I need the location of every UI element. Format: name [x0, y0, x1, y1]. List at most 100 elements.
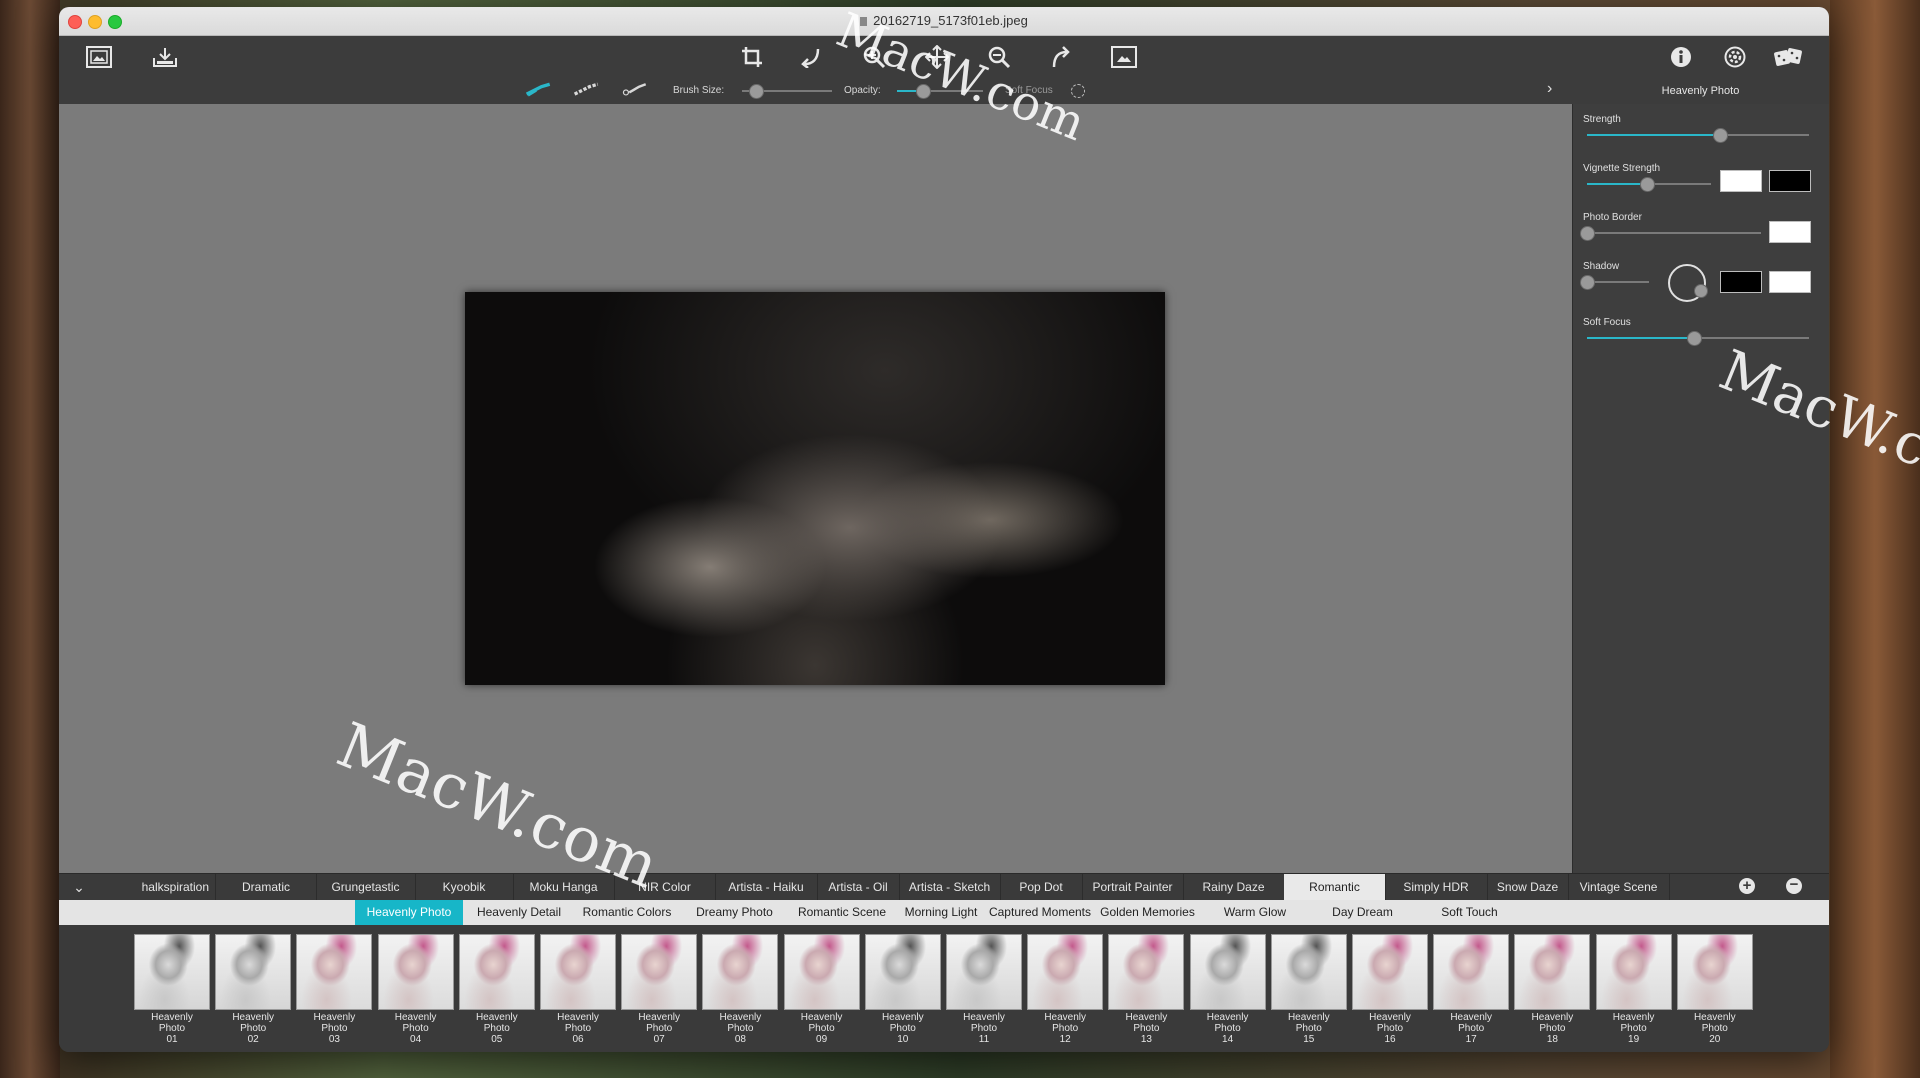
thumbnail-image[interactable] — [1595, 934, 1672, 1010]
preset-tab[interactable]: Warm Glow — [1201, 900, 1309, 925]
rotate-icon[interactable] — [797, 43, 825, 71]
thumbnail-image[interactable] — [1108, 934, 1185, 1010]
photo-border-color[interactable] — [1769, 221, 1811, 243]
strength-knob[interactable] — [1713, 128, 1729, 143]
category-tab[interactable]: Snow Daze — [1487, 874, 1569, 901]
preset-tab[interactable]: Soft Touch — [1416, 900, 1523, 925]
category-tab[interactable]: Artista - Sketch — [899, 874, 1001, 901]
move-icon[interactable] — [923, 43, 951, 71]
zoom-in-icon[interactable] — [860, 43, 888, 71]
preset-thumbnail[interactable]: Heavenly Photo 04 — [377, 934, 454, 1045]
soft-brush-icon[interactable] — [621, 76, 649, 104]
thumbnail-image[interactable] — [1514, 934, 1591, 1010]
thumbnail-image[interactable] — [540, 934, 616, 1010]
save-icon[interactable] — [151, 43, 179, 71]
category-tab[interactable]: Portrait Painter — [1082, 874, 1184, 901]
preset-thumbnail[interactable]: Heavenly Photo 19 — [1595, 934, 1672, 1045]
redo-icon[interactable] — [1047, 43, 1075, 71]
thumbnail-image[interactable] — [296, 934, 373, 1010]
image-canvas[interactable] — [59, 104, 1572, 873]
photo-border-knob[interactable] — [1580, 226, 1595, 241]
preset-thumbnail[interactable]: Heavenly Photo 09 — [783, 934, 860, 1045]
vignette-color-2[interactable] — [1769, 170, 1811, 192]
category-tab[interactable]: Romantic — [1284, 874, 1386, 901]
thumbnail-image[interactable] — [1270, 934, 1347, 1010]
shadow-slider[interactable] — [1580, 275, 1649, 290]
soft-focus-icon[interactable] — [1071, 84, 1085, 98]
preset-thumbnail[interactable]: Heavenly Photo 14 — [1189, 934, 1266, 1045]
thumbnail-image[interactable] — [377, 934, 454, 1010]
title-bar[interactable]: 20162719_5173f01eb.jpeg — [59, 7, 1829, 36]
thumbnail-image[interactable] — [134, 934, 210, 1010]
thumbnail-image[interactable] — [702, 934, 779, 1010]
edited-photo[interactable] — [465, 292, 1165, 685]
preset-thumbnail[interactable]: Heavenly Photo 07 — [621, 934, 698, 1045]
category-tab[interactable]: Rainy Daze — [1183, 874, 1285, 901]
preset-thumbnail[interactable]: Heavenly Photo 03 — [296, 934, 373, 1045]
preset-tab[interactable]: Morning Light — [896, 900, 986, 925]
settings-icon[interactable] — [1721, 43, 1749, 71]
vignette-color-1[interactable] — [1720, 170, 1762, 192]
strength-slider[interactable] — [1587, 128, 1809, 143]
random-icon[interactable] — [1771, 43, 1805, 71]
category-tab[interactable]: Artista - Haiku — [715, 874, 818, 901]
preset-thumbnail[interactable]: Heavenly Photo 20 — [1676, 934, 1753, 1045]
preset-tab[interactable]: Heavenly Detail — [465, 900, 573, 925]
category-tab[interactable]: Moku Hanga — [513, 874, 615, 901]
thumbnail-image[interactable] — [215, 934, 292, 1010]
preset-tab[interactable]: Romantic Colors — [573, 900, 681, 925]
zoom-out-icon[interactable] — [985, 43, 1013, 71]
thumbnail-image[interactable] — [1027, 934, 1104, 1010]
add-category-button[interactable]: + — [1739, 878, 1755, 894]
brush-icon[interactable] — [525, 76, 553, 104]
vignette-strength-slider[interactable] — [1587, 177, 1711, 192]
shadow-color-1[interactable] — [1720, 271, 1762, 293]
preset-thumbnail[interactable]: Heavenly Photo 15 — [1270, 934, 1347, 1045]
shadow-color-2[interactable] — [1769, 271, 1811, 293]
soft-focus-slider[interactable] — [1587, 331, 1809, 346]
collapse-chevron-icon[interactable]: ⌄ — [59, 874, 99, 901]
fit-screen-icon[interactable] — [1110, 43, 1138, 71]
preset-tab[interactable]: Heavenly Photo — [355, 900, 463, 925]
preset-tab[interactable]: Dreamy Photo — [681, 900, 788, 925]
preset-thumbnail[interactable]: Heavenly Photo 02 — [215, 934, 292, 1045]
preset-thumbnail[interactable]: Heavenly Photo 12 — [1027, 934, 1104, 1045]
thumbnail-image[interactable] — [864, 934, 941, 1010]
preset-thumbnail[interactable]: Heavenly Photo 13 — [1108, 934, 1185, 1045]
preset-thumbnail[interactable]: Heavenly Photo 01 — [134, 934, 210, 1045]
shadow-angle-handle[interactable] — [1694, 284, 1708, 298]
category-tab[interactable]: Pop Dot — [1000, 874, 1083, 901]
category-tab[interactable]: Vintage Scene — [1568, 874, 1670, 901]
category-tab[interactable]: halkspiration — [118, 874, 216, 901]
photo-border-slider[interactable] — [1580, 226, 1761, 241]
crop-icon[interactable] — [738, 43, 766, 71]
preset-tab[interactable]: Romantic Scene — [788, 900, 896, 925]
category-tab[interactable]: Grungetastic — [316, 874, 416, 901]
category-tab[interactable]: Artista - Oil — [817, 874, 900, 901]
soft-focus-knob[interactable] — [1686, 331, 1702, 346]
thumbnail-image[interactable] — [458, 934, 535, 1010]
preset-thumbnail[interactable]: Heavenly Photo 06 — [540, 934, 616, 1045]
thumbnail-image[interactable] — [1676, 934, 1753, 1010]
eraser-brush-icon[interactable] — [573, 76, 601, 104]
preset-thumbnail[interactable]: Heavenly Photo 11 — [946, 934, 1022, 1045]
opacity-knob[interactable] — [915, 84, 931, 99]
preset-thumbnail[interactable]: Heavenly Photo 17 — [1433, 934, 1510, 1045]
preset-tab[interactable]: Golden Memories — [1094, 900, 1201, 925]
chevron-right-icon[interactable]: › — [1547, 80, 1552, 98]
thumbnail-image[interactable] — [621, 934, 698, 1010]
brush-size-knob[interactable] — [748, 84, 764, 99]
thumbnail-image[interactable] — [946, 934, 1022, 1010]
shadow-knob[interactable] — [1580, 275, 1595, 290]
preset-tab[interactable]: Day Dream — [1309, 900, 1416, 925]
category-tab[interactable]: Dramatic — [216, 874, 317, 901]
category-tab[interactable]: Simply HDR — [1385, 874, 1488, 901]
category-tab[interactable]: Kyoobik — [415, 874, 514, 901]
image-icon[interactable] — [85, 43, 113, 71]
shadow-angle-dial[interactable] — [1668, 264, 1708, 302]
thumbnail-image[interactable] — [783, 934, 860, 1010]
remove-category-button[interactable]: − — [1786, 877, 1802, 894]
opacity-slider[interactable] — [897, 84, 983, 99]
preset-thumbnail[interactable]: Heavenly Photo 16 — [1352, 934, 1428, 1045]
preset-thumbnail[interactable]: Heavenly Photo 10 — [864, 934, 941, 1045]
